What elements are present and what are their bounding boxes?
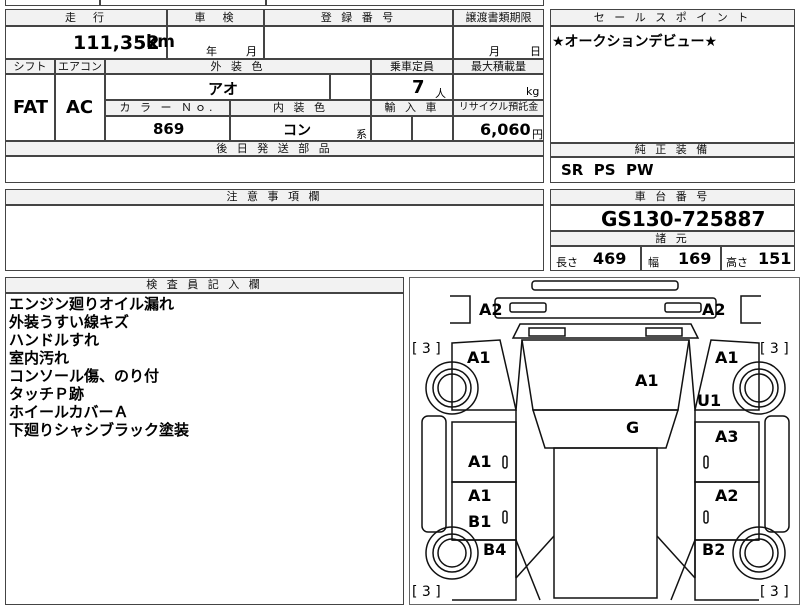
damage-code: B1 bbox=[468, 512, 492, 531]
inspection-header: 車 検 bbox=[167, 9, 264, 26]
damage-code: G bbox=[626, 418, 640, 437]
exterior-color-value: アオ bbox=[208, 80, 239, 98]
recycle-unit: 円 bbox=[532, 128, 543, 141]
height-cell: 高さ 151 bbox=[721, 246, 795, 271]
recycle-cell: 6,060 円 bbox=[453, 116, 544, 141]
damage-map: [ 3 ] [ 3 ] [ 3 ] [ 3 ] A2 A2 A1 A1 A1 U… bbox=[409, 277, 800, 605]
registration-cell bbox=[264, 26, 453, 59]
specs-header: 諸 元 bbox=[550, 231, 795, 246]
exterior-color-header: 外 装 色 bbox=[105, 59, 371, 74]
exterior-color-extra bbox=[330, 74, 371, 100]
damage-code: U1 bbox=[697, 391, 722, 410]
damage-code: A1 bbox=[467, 348, 491, 367]
caution-cell bbox=[5, 205, 544, 271]
shift-header: シフト bbox=[5, 59, 55, 74]
tire-mark-front-left: [ 3 ] bbox=[412, 341, 441, 357]
inspection-cell: 年 月 bbox=[167, 26, 264, 59]
color-no-header: カ ラ ー Ｎｏ. bbox=[105, 100, 230, 116]
recycle-value: 6,060 bbox=[480, 120, 531, 139]
width-value: 169 bbox=[678, 249, 712, 268]
inspector-note: ハンドルすれ bbox=[9, 331, 100, 349]
ac-header: エアコン bbox=[55, 59, 105, 74]
inspector-note: 下廻りシャシブラック塗装 bbox=[9, 421, 190, 439]
inspector-note: 室内汚れ bbox=[9, 349, 70, 367]
damage-code: A1 bbox=[468, 486, 492, 505]
registration-header: 登 録 番 号 bbox=[264, 9, 453, 26]
top-strip-mid bbox=[100, 0, 266, 6]
sales-point-cell: ★オークションデビュー★ bbox=[550, 26, 795, 143]
length-value: 469 bbox=[593, 249, 627, 268]
tire-mark-rear-left: [ 3 ] bbox=[412, 584, 441, 600]
inspection-month-unit: 月 bbox=[246, 45, 257, 58]
later-parts-header: 後 日 発 送 部 品 bbox=[5, 141, 544, 156]
genuine-equipment-cell: SR PS PW bbox=[550, 157, 795, 183]
length-label: 長さ bbox=[556, 256, 578, 269]
inspector-note: ホイールカバーＡ bbox=[9, 403, 129, 421]
inspector-header: 検 査 員 記 入 欄 bbox=[5, 277, 404, 293]
damage-code: A3 bbox=[715, 427, 739, 446]
import-header: 輸 入 車 bbox=[371, 100, 453, 116]
top-strip-right bbox=[266, 0, 544, 6]
sales-point-header: セ ー ル ス ポ イ ン ト bbox=[550, 9, 795, 26]
capacity-header: 乗車定員 bbox=[371, 59, 453, 74]
chassis-header: 車 台 番 号 bbox=[550, 189, 795, 205]
damage-code: B4 bbox=[483, 540, 507, 559]
max-load-header: 最大積載量 bbox=[453, 59, 544, 74]
tire-mark-rear-right: [ 3 ] bbox=[760, 584, 789, 600]
top-strip-left bbox=[5, 0, 100, 6]
inspection-year-unit: 年 bbox=[206, 45, 217, 58]
max-load-unit: kg bbox=[526, 85, 540, 98]
damage-code: A2 bbox=[479, 300, 503, 319]
inspector-note: タッチＰ跡 bbox=[9, 385, 85, 403]
tire-mark-front-right: [ 3 ] bbox=[760, 341, 789, 357]
caution-header: 注 意 事 項 欄 bbox=[5, 189, 544, 205]
height-label: 高さ bbox=[726, 256, 748, 269]
transfer-month-unit: 月 bbox=[489, 45, 500, 58]
inspector-note: 外装うすい線キズ bbox=[9, 313, 130, 331]
shift-value: FAT bbox=[13, 97, 49, 118]
damage-code: A2 bbox=[715, 486, 739, 505]
damage-code: B2 bbox=[702, 540, 726, 559]
width-label: 幅 bbox=[648, 256, 659, 269]
inspector-note: コンソール傷、のり付 bbox=[9, 367, 160, 385]
height-value: 151 bbox=[758, 249, 792, 268]
damage-code: A1 bbox=[468, 452, 492, 471]
ac-value: AC bbox=[66, 97, 94, 118]
capacity-unit: 人 bbox=[435, 87, 446, 100]
damage-code: A2 bbox=[702, 300, 726, 319]
genuine-equipment-value: SR PS PW bbox=[561, 161, 654, 179]
recycle-header: リサイクル預託金 bbox=[453, 100, 544, 116]
inspector-notes-cell: エンジン廻りオイル漏れ 外装うすい線キズ ハンドルすれ 室内汚れ コンソール傷、… bbox=[5, 293, 404, 605]
car-diagram bbox=[421, 280, 790, 601]
interior-color-value: コン bbox=[283, 123, 311, 139]
capacity-cell: 7 人 bbox=[371, 74, 453, 100]
transfer-day-unit: 日 bbox=[530, 45, 541, 58]
capacity-value: 7 bbox=[412, 77, 425, 98]
length-cell: 長さ 469 bbox=[550, 246, 641, 271]
transfer-header: 譲渡書類期限 bbox=[453, 9, 544, 26]
chassis-cell: GS130-725887 bbox=[550, 205, 795, 231]
color-no-cell: 869 bbox=[105, 116, 230, 141]
mileage-header: 走 行 bbox=[5, 9, 167, 26]
ac-cell: AC bbox=[55, 74, 105, 141]
exterior-color-cell: アオ bbox=[105, 74, 330, 100]
inspector-note: エンジン廻りオイル漏れ bbox=[9, 295, 175, 313]
later-parts-cell bbox=[5, 156, 544, 183]
damage-code: A1 bbox=[635, 371, 659, 390]
import-cell-left bbox=[371, 116, 412, 141]
interior-color-suffix: 系 bbox=[356, 128, 367, 141]
max-load-cell: kg bbox=[453, 74, 544, 100]
sales-point-value: ★オークションデビュー★ bbox=[552, 34, 718, 50]
transfer-cell: 月 日 bbox=[453, 26, 544, 59]
shift-cell: FAT bbox=[5, 74, 55, 141]
damage-code: A1 bbox=[715, 348, 739, 367]
mileage-cell: 111,352 km bbox=[5, 26, 175, 59]
width-cell: 幅 169 bbox=[641, 246, 721, 271]
genuine-equipment-header: 純 正 装 備 bbox=[550, 143, 795, 157]
interior-color-cell: コン 系 bbox=[230, 116, 371, 141]
color-no-value: 869 bbox=[153, 120, 185, 138]
interior-color-header: 内 装 色 bbox=[230, 100, 371, 116]
import-cell-right bbox=[412, 116, 453, 141]
chassis-value: GS130-725887 bbox=[601, 207, 766, 231]
